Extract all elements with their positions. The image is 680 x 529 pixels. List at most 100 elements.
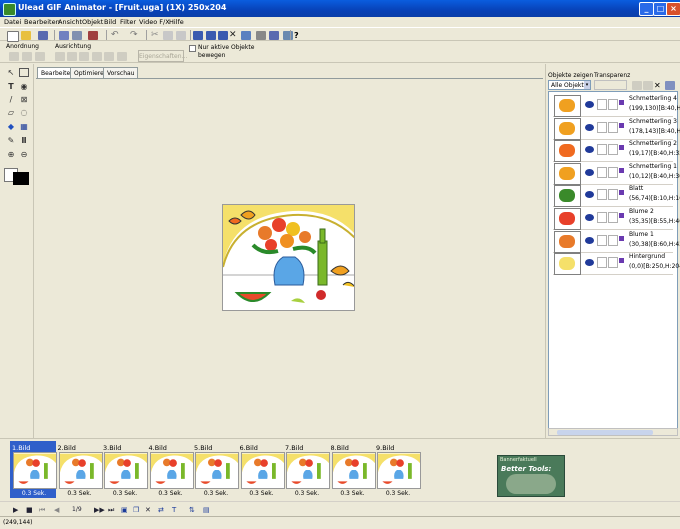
object-row[interactable]: Schmetterling 3 (178,143)[B:40,H:33] [553,117,680,140]
lasso-tool-icon[interactable]: ◌ [19,108,29,118]
export-icon[interactable] [72,31,82,40]
menu-hilfe[interactable]: Hilfe [169,17,184,27]
frame-delay[interactable]: 0.3 Sek. [58,490,102,497]
menu-filter[interactable]: Filter [120,17,136,27]
object-checkbox[interactable] [608,144,618,156]
stop-icon[interactable]: ■ [26,506,33,514]
pan-tool-icon[interactable]: Ⅱ [19,136,29,146]
object-copy-icon[interactable] [643,81,653,90]
canvas-area[interactable] [36,78,543,434]
new-file-icon[interactable] [7,31,19,42]
eye-icon[interactable] [584,145,595,155]
first-frame-icon[interactable]: ⏮ [39,506,45,514]
eye-icon[interactable] [584,213,595,222]
add-frame-strip-icon[interactable]: ▣ [121,506,128,514]
paste-icon[interactable] [176,31,186,40]
frame-thumbnail[interactable] [104,452,148,489]
chevron-down-icon[interactable]: ▾ [584,81,590,89]
object-checkbox[interactable] [597,189,607,201]
send-back-icon[interactable] [22,52,32,61]
eye-icon[interactable] [584,167,595,177]
wand-tool-icon[interactable]: ⊠ [19,95,29,105]
frame-properties-icon[interactable] [241,31,251,40]
object-checkbox[interactable] [597,212,607,223]
eye-icon[interactable] [584,258,595,268]
object-checkbox[interactable] [608,234,618,246]
play-icon[interactable]: ▶ [13,506,18,514]
align-right-icon[interactable] [79,52,89,61]
help-icon[interactable]: ? [294,31,304,40]
object-checkbox[interactable] [608,189,618,201]
ellipse-tool-icon[interactable]: ◉ [19,82,29,92]
import-icon[interactable] [59,31,69,40]
wizard-icon[interactable] [88,31,98,40]
align-center-icon[interactable] [67,52,77,61]
pick-tool-icon[interactable]: ↖ [6,68,16,78]
reverse-icon[interactable]: ⇅ [189,506,195,514]
frame-properties-strip-icon[interactable]: ▤ [203,506,210,514]
transparency-slider[interactable] [594,80,627,90]
text-tool-icon[interactable]: T [6,82,16,92]
redo-icon[interactable]: ↷ [130,31,140,40]
object-row[interactable]: Blume 2 (35,35)[B:55,H:46] [553,207,680,230]
copy-icon[interactable] [163,31,173,40]
object-checkbox[interactable] [597,166,607,178]
object-checkbox[interactable] [597,121,607,133]
menu-bild[interactable]: Bild [104,17,116,27]
eyedropper-tool-icon[interactable]: ✎ [6,136,16,146]
object-checkbox[interactable] [608,212,618,223]
eye-icon[interactable] [584,190,595,200]
delete-icon[interactable]: ✕ [229,31,239,40]
duplicate-frame-strip-icon[interactable]: ❐ [133,506,139,514]
frame-delay[interactable]: 0.3 Sek. [331,490,375,497]
tween-icon[interactable]: ⇄ [158,506,164,514]
frame-thumbnail[interactable] [331,452,376,489]
zoom-in-icon[interactable]: ⊕ [6,150,16,160]
active-only-checkbox[interactable] [189,45,196,52]
menu-datei[interactable]: Datei [4,17,21,27]
object-row[interactable]: Schmetterling 2 (19,17)[B:40,H:33] [553,139,680,163]
add-frame-icon[interactable] [193,31,203,40]
last-frame-icon[interactable]: ⏭ [108,506,114,514]
optimize-icon[interactable] [269,31,279,40]
image-canvas[interactable] [222,204,355,311]
bring-front-icon[interactable] [9,52,19,61]
object-checkbox[interactable] [597,234,607,246]
object-row[interactable]: Schmetterling 4 (199,130)[B:40,H:38] [553,94,680,117]
move-up-icon[interactable] [35,52,45,61]
zoom-out-icon[interactable]: ⊖ [19,150,29,160]
eraser-tool-icon[interactable]: ▱ [6,108,16,118]
frame-delay[interactable]: 0.3 Sek. [376,490,420,497]
frame-delay[interactable]: 0.3 Sek. [149,490,193,497]
add-object-icon[interactable] [218,31,228,40]
frame-delay[interactable]: 0.3 Sek. [103,490,147,497]
menu-video-fx[interactable]: Video F/X [139,17,170,27]
frame-thumbnail[interactable] [286,452,330,489]
menu-bearbeiten[interactable]: Bearbeiten [24,17,60,27]
object-checkbox[interactable] [608,257,618,269]
object-row[interactable]: Hintergrund (0,0)[B:250,H:204] [553,252,680,276]
frame-thumbnail[interactable] [13,452,57,489]
menu-objekt[interactable]: Objekt [82,17,103,27]
object-row[interactable]: Schmetterling 1 (10,12)[B:40,H:30] [553,162,680,185]
menu-ansicht[interactable]: Ansicht [58,17,82,27]
object-checkbox[interactable] [608,121,618,133]
frame-thumbnail[interactable] [240,452,285,489]
frame-delay[interactable]: 0.3 Sek. [285,490,329,497]
fill-tool-icon[interactable]: ◆ [6,122,16,132]
frame-thumbnail[interactable] [195,452,239,489]
object-lock-icon[interactable] [632,81,642,90]
align-middle-icon[interactable] [104,52,114,61]
frame-delay[interactable]: 0.3 Sek. [194,490,238,497]
grid-tool-icon[interactable]: ▦ [19,122,29,132]
marquee-tool-icon[interactable] [19,68,29,77]
object-list-scrollbar[interactable] [548,428,678,436]
object-checkbox[interactable] [608,166,618,178]
object-checkbox[interactable] [597,257,607,269]
align-left-icon[interactable] [55,52,65,61]
object-row[interactable]: Blatt (56,74)[B:10,H:16] [553,184,680,208]
object-list[interactable]: Schmetterling 4(199,130)[B:40,H:38]Schme… [548,91,680,429]
frame-delay[interactable]: 0.3 Sek. [12,490,56,497]
align-bottom-icon[interactable] [117,52,127,61]
close-button[interactable]: × [666,2,680,16]
